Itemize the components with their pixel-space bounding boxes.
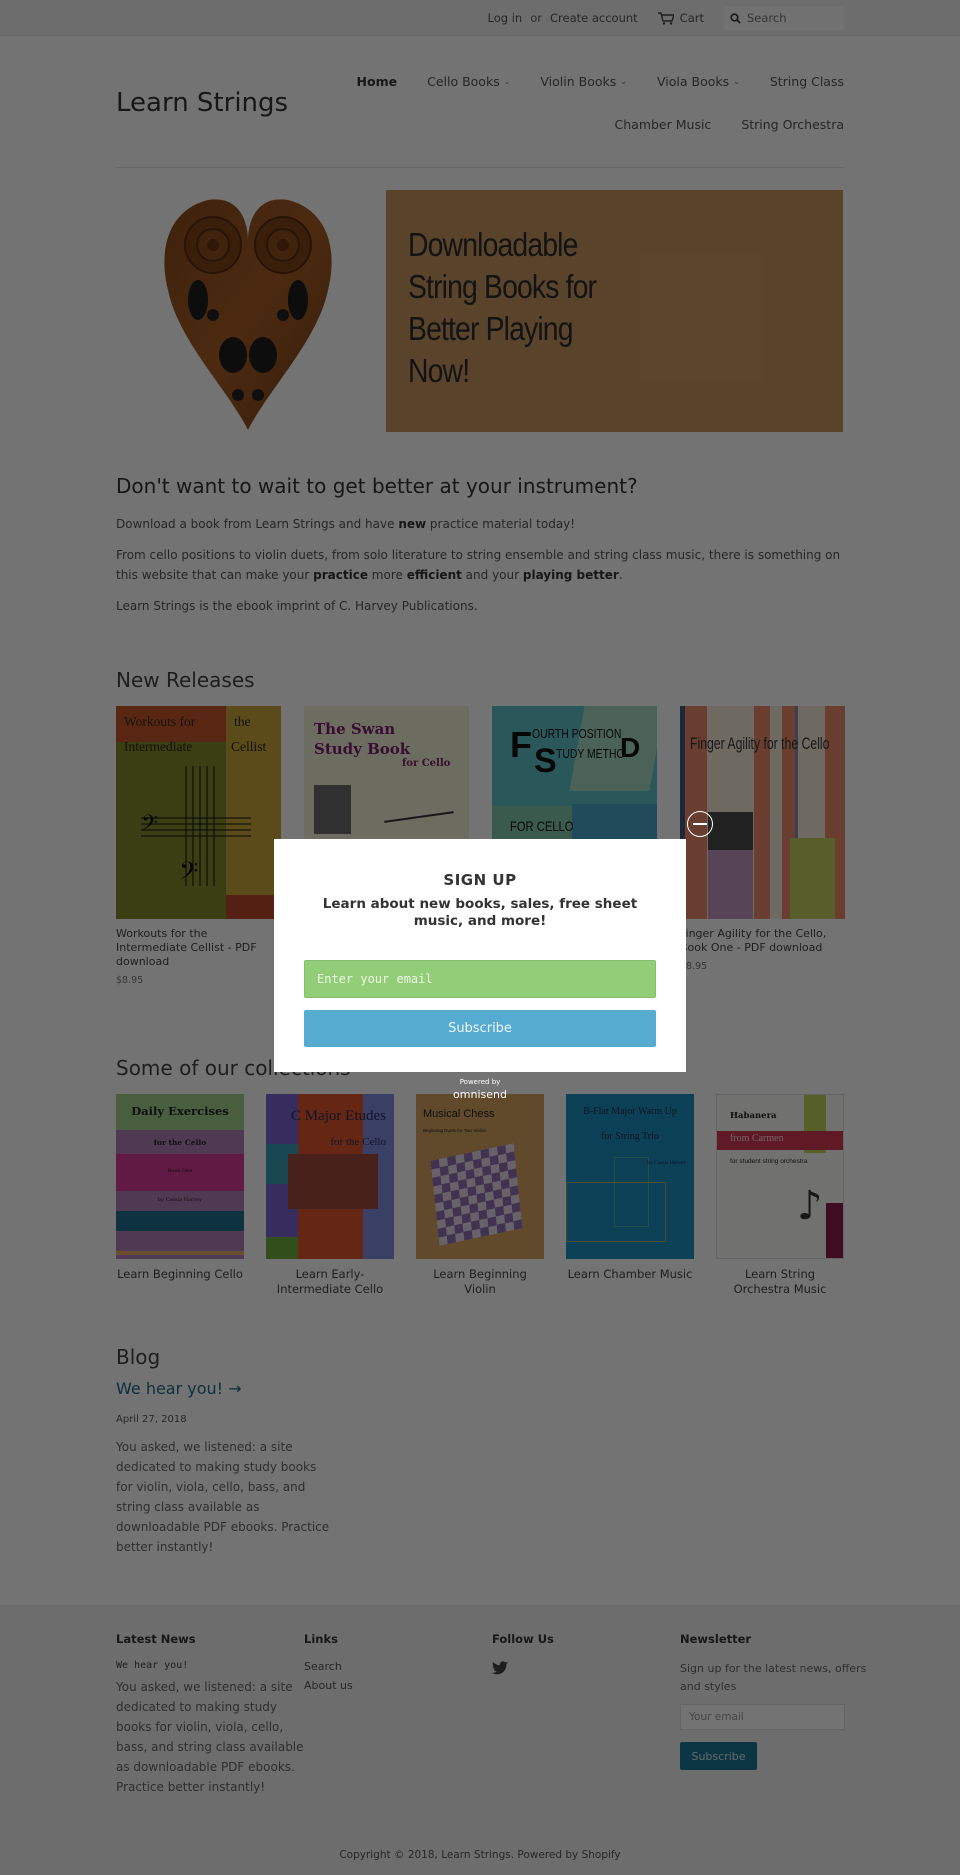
popup-subscribe-button[interactable]: Subscribe	[304, 1010, 656, 1047]
popup-email-input[interactable]: Enter your email	[304, 960, 656, 998]
omnisend-logo: omnisend	[453, 1088, 507, 1101]
popup-subtitle: Learn about new books, sales, free sheet…	[322, 896, 638, 929]
carousel-pause-button[interactable]	[687, 811, 713, 837]
powered-by-omnisend[interactable]: Powered by omnisend	[445, 1078, 515, 1101]
signup-popup: SIGN UP Learn about new books, sales, fr…	[274, 839, 686, 1072]
popup-title: SIGN UP	[443, 871, 517, 889]
powered-by-label: Powered by	[459, 1078, 501, 1086]
